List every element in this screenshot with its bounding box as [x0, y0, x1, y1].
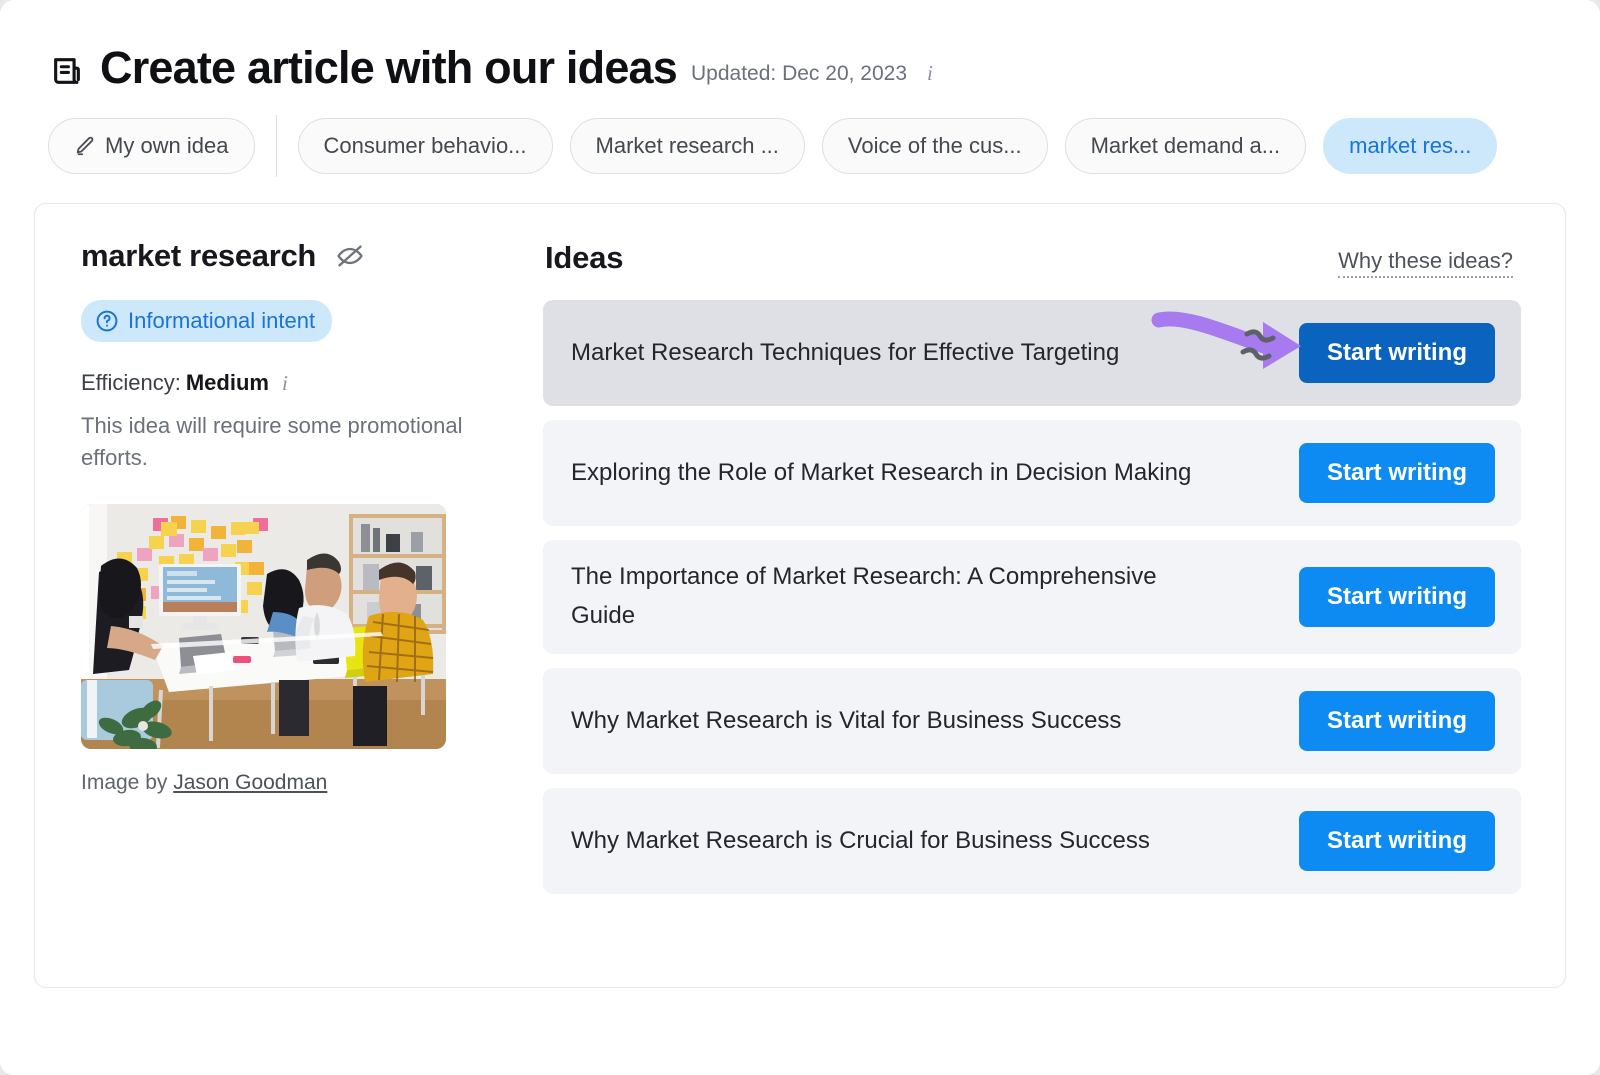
question-circle-icon [95, 309, 119, 333]
tab-consumer-behavior[interactable]: Consumer behavio... [297, 118, 553, 175]
list-item[interactable]: Exploring the Role of Market Research in… [543, 420, 1521, 527]
list-item[interactable]: The Importance of Market Research: A Com… [543, 540, 1521, 654]
tab-divider [275, 115, 277, 178]
tab-label: Market demand a... [1090, 133, 1281, 159]
info-icon[interactable]: i [282, 371, 288, 396]
start-writing-button[interactable]: Start writing [1298, 323, 1495, 384]
pencil-icon [74, 135, 96, 157]
why-these-ideas-link[interactable]: Why these ideas? [1338, 248, 1513, 279]
idea-title: Market Research Techniques for Effective… [571, 338, 1120, 366]
eye-off-icon[interactable] [336, 242, 364, 270]
keyword-panel: market research Informational intent Eff… [69, 238, 519, 987]
app-window: Create article with our ideas Updated: D… [0, 0, 1600, 1075]
status-badge-intent: Informational intent [81, 300, 333, 343]
list-item[interactable]: Why Market Research is Crucial for Busin… [543, 788, 1521, 894]
image-credit-author-link[interactable]: Jason Goodman [173, 771, 327, 794]
updated-date: Updated: Dec 20, 2023 [691, 61, 908, 85]
idea-title: Why Market Research is Vital for Busines… [571, 706, 1122, 734]
tab-label: Market research ... [595, 133, 779, 159]
idea-tabs: My own idea Consumer behavio... Market r… [0, 91, 1600, 178]
efficiency-label: Efficiency: [81, 370, 181, 396]
ideas-header: Ideas Why these ideas? [543, 238, 1521, 279]
tab-market-demand[interactable]: Market demand a... [1064, 118, 1307, 175]
content-card: market research Informational intent Eff… [34, 203, 1566, 989]
intent-label: Informational intent [128, 308, 316, 334]
tab-label: My own idea [105, 133, 229, 159]
tab-market-research[interactable]: Market research ... [569, 118, 805, 175]
arrow-annotation [1151, 306, 1321, 381]
tab-label: Voice of the cus... [847, 133, 1022, 159]
page-header: Create article with our ideas Updated: D… [0, 0, 1600, 91]
ideas-list: Market Research Techniques for Effective… [543, 300, 1521, 894]
start-writing-button[interactable]: Start writing [1298, 567, 1495, 628]
start-writing-button[interactable]: Start writing [1298, 443, 1495, 504]
efficiency-value: Medium [185, 370, 269, 396]
page-title: Create article with our ideas [100, 42, 678, 93]
keyword-row: market research [81, 238, 519, 274]
ideas-title: Ideas [545, 240, 624, 276]
list-item[interactable]: Market Research Techniques for Effective… [543, 300, 1521, 407]
idea-title: Why Market Research is Crucial for Busin… [571, 826, 1150, 854]
start-writing-button[interactable]: Start writing [1298, 811, 1495, 871]
start-writing-button[interactable]: Start writing [1298, 691, 1495, 751]
image-credit-prefix: Image by [81, 771, 168, 795]
idea-title: Exploring the Role of Market Research in… [571, 458, 1192, 486]
tab-label: Consumer behavio... [323, 133, 527, 159]
efficiency-row: Efficiency: Medium i [81, 370, 519, 396]
idea-title: The Importance of Market Research: A Com… [571, 563, 1157, 630]
tab-my-own-idea[interactable]: My own idea [48, 118, 255, 175]
tab-market-res-active[interactable]: market res... [1323, 118, 1498, 175]
idea-image [81, 504, 446, 750]
article-icon [48, 52, 86, 90]
efficiency-description: This idea will require some promotional … [81, 413, 463, 471]
tab-label: market res... [1349, 133, 1472, 159]
ideas-panel: Ideas Why these ideas? Market Research T… [543, 238, 1531, 987]
info-icon[interactable]: i [927, 61, 933, 86]
keyword-title: market research [81, 238, 317, 274]
list-item[interactable]: Why Market Research is Vital for Busines… [543, 668, 1521, 774]
image-credit: Image by Jason Goodman [81, 771, 519, 795]
tab-voice-of-the-customer[interactable]: Voice of the cus... [821, 118, 1048, 175]
